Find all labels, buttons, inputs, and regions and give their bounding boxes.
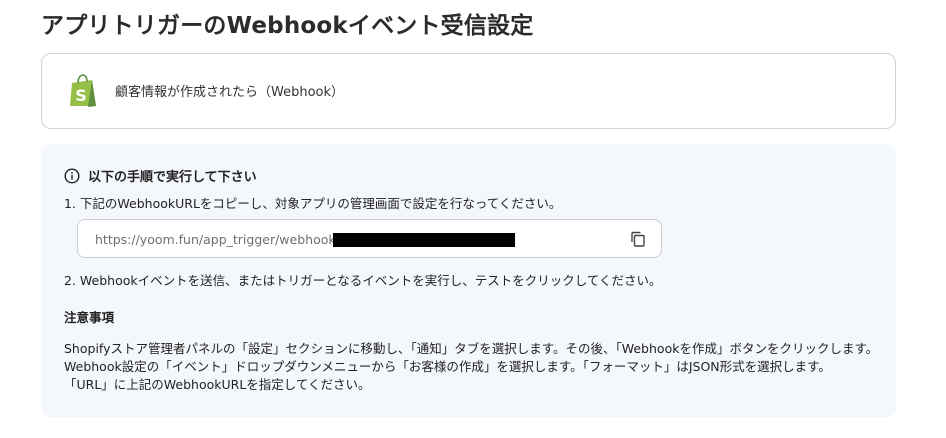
notes-line: Webhook設定の「イベント」ドロップダウンメニューから「お客様の作成」を選択… <box>64 359 831 374</box>
step-1-text: 1. 下記のWebhookURLをコピーし、対象アプリの管理画面で設定を行なって… <box>64 196 562 211</box>
svg-text:S: S <box>75 86 87 105</box>
step-2-text: 2. Webhookイベントを送信、またはトリガーとなるイベントを実行し、テスト… <box>64 273 662 288</box>
page-title: アプリトリガーのWebhookイベント受信設定 <box>41 13 534 39</box>
webhook-url-field[interactable]: https://yoom.fun/app_trigger/webhooks <box>77 219 662 258</box>
copy-icon[interactable] <box>629 230 647 248</box>
trigger-label: 顧客情報が作成されたら（Webhook） <box>115 85 345 100</box>
redacted-url-token <box>333 233 515 247</box>
webhook-url-text[interactable]: https://yoom.fun/app_trigger/webhooks <box>95 232 342 247</box>
trigger-app-card: S 顧客情報が作成されたら（Webhook） <box>41 53 896 129</box>
notes-line: Shopifyストア管理者パネルの「設定」セクションに移動し、「通知」タブを選択… <box>64 341 879 356</box>
instructions-heading: 以下の手順で実行して下さい <box>64 166 257 185</box>
instructions-heading-text: 以下の手順で実行して下さい <box>88 170 257 185</box>
info-circle-icon <box>64 167 80 184</box>
notes-heading: 注意事項 <box>64 310 115 325</box>
notes-line: 「URL」に上記のWebhookURLを指定してください。 <box>64 377 371 392</box>
instructions-panel: 以下の手順で実行して下さい 1. 下記のWebhookURLをコピーし、対象アプ… <box>41 144 896 417</box>
notes-body: Shopifyストア管理者パネルの「設定」セクションに移動し、「通知」タブを選択… <box>64 340 879 394</box>
shopify-bag-icon: S <box>70 74 96 107</box>
